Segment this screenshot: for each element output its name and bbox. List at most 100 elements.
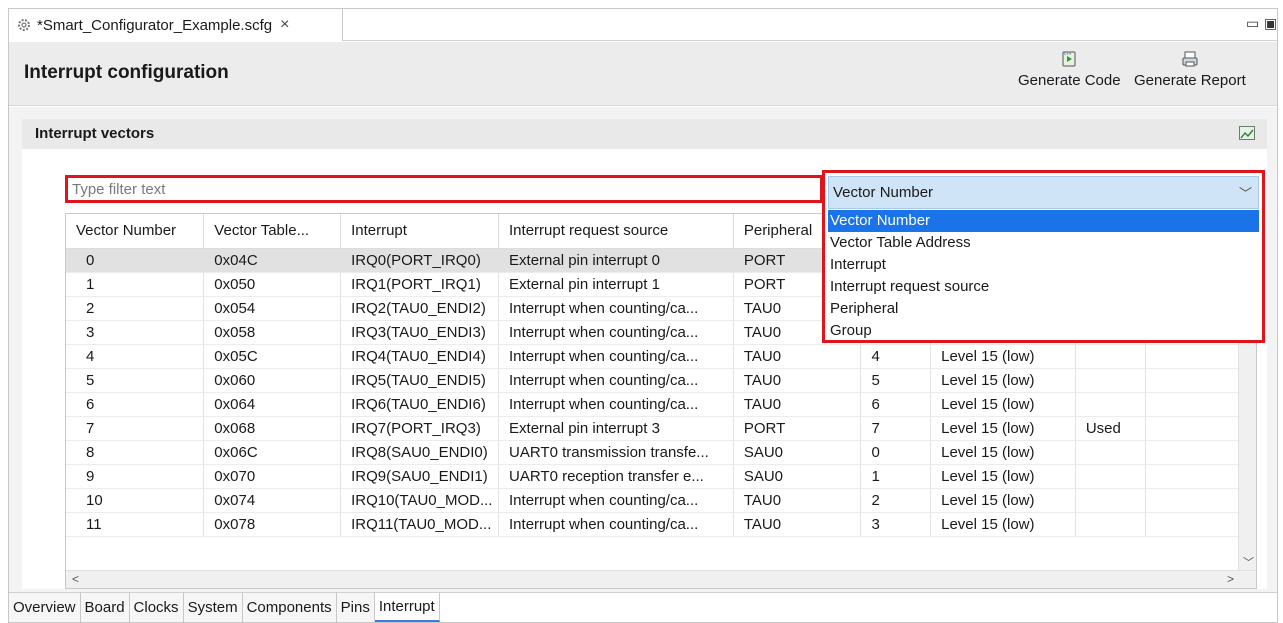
table-cell: IRQ11(TAU0_MOD... [340, 512, 500, 537]
table-cell: IRQ9(SAU0_ENDI1) [340, 464, 500, 489]
tab-pins[interactable]: Pins [336, 593, 375, 622]
tab-components[interactable]: Components [242, 593, 337, 622]
table-cell: 0x06C [203, 440, 342, 465]
generate-code-button[interactable]: C++ Generate Code [1018, 50, 1121, 89]
table-row[interactable]: 10 0x074 IRQ10(TAU0_MOD... Interrupt when c… [66, 488, 1256, 513]
table-row[interactable]: 9 0x070 IRQ9(SAU0_ENDI1) UART0 reception tr… [66, 464, 1256, 489]
table-cell [1075, 344, 1146, 369]
table-cell: 0 [66, 248, 205, 273]
close-icon[interactable]: × [280, 16, 289, 34]
dropdown-option[interactable]: Group [828, 320, 1259, 342]
table-row[interactable]: 7 0x068 IRQ7(PORT_IRQ3) External pin interr… [66, 416, 1256, 441]
column-header-vector-table[interactable]: Vector Table... [203, 214, 342, 249]
table-cell: 8 [66, 440, 205, 465]
dropdown-option[interactable]: Vector Table Address [828, 232, 1259, 254]
chevron-down-icon[interactable]: ﹀ [1239, 183, 1252, 202]
tab-system[interactable]: System [183, 593, 243, 622]
table-cell: 3 [860, 512, 932, 537]
table-cell: 6 [66, 392, 205, 417]
table-cell: 1 [66, 272, 205, 297]
generate-report-button[interactable]: Generate Report [1134, 50, 1246, 89]
table-row[interactable]: 4 0x05C IRQ4(TAU0_ENDI4) Interrupt when cou… [66, 344, 1256, 369]
table-cell: TAU0 [733, 488, 862, 513]
table-cell: 10 [66, 488, 205, 513]
table-cell: TAU0 [733, 344, 862, 369]
table-cell: Interrupt when counting/ca... [498, 488, 734, 513]
tab-clocks[interactable]: Clocks [129, 593, 184, 622]
section-header[interactable]: Interrupt vectors [22, 119, 1267, 149]
table-cell: 7 [860, 416, 932, 441]
table-cell: Level 15 (low) [930, 440, 1076, 465]
table-cell: 0x074 [203, 488, 342, 513]
table-cell: PORT [733, 416, 862, 441]
scroll-right-icon[interactable]: > [1227, 572, 1234, 586]
table-cell [1075, 488, 1146, 513]
table-cell: IRQ0(PORT_IRQ0) [340, 248, 500, 273]
table-cell: IRQ1(PORT_IRQ1) [340, 272, 500, 297]
table-cell: UART0 reception transfer e... [498, 464, 734, 489]
dropdown-option[interactable]: Peripheral [828, 298, 1259, 320]
table-cell: TAU0 [733, 392, 862, 417]
editor-tab-title: *Smart_Configurator_Example.scfg [37, 16, 273, 34]
table-cell: Level 15 (low) [930, 368, 1076, 393]
generate-code-label: Generate Code [1018, 72, 1121, 89]
table-cell: Level 15 (low) [930, 392, 1076, 417]
tab-interrupt[interactable]: Interrupt [374, 593, 440, 622]
tab-overview[interactable]: Overview [9, 593, 81, 622]
table-cell: 5 [860, 368, 932, 393]
table-row[interactable]: 11 0x078 IRQ11(TAU0_MOD... Interrupt when c… [66, 512, 1256, 537]
table-cell: 0x078 [203, 512, 342, 537]
dropdown-option[interactable]: Interrupt request source [828, 276, 1259, 298]
maximize-icon[interactable]: ▣ [1264, 15, 1277, 32]
table-row[interactable]: 6 0x064 IRQ6(TAU0_ENDI6) Interrupt when cou… [66, 392, 1256, 417]
column-header-vector-number[interactable]: Vector Number [66, 214, 205, 249]
tab-board[interactable]: Board [80, 593, 130, 622]
table-cell: External pin interrupt 0 [498, 248, 734, 273]
table-cell: Interrupt when counting/ca... [498, 320, 734, 345]
scroll-down-icon[interactable]: ﹀ [1243, 554, 1254, 570]
generate-report-icon [1182, 51, 1198, 67]
table-row[interactable]: 5 0x060 IRQ5(TAU0_ENDI5) Interrupt when cou… [66, 368, 1256, 393]
dropdown-option[interactable]: Vector Number [828, 210, 1259, 232]
svg-text:C++: C++ [1064, 51, 1072, 56]
table-cell: 0x068 [203, 416, 342, 441]
table-cell: IRQ7(PORT_IRQ3) [340, 416, 500, 441]
section-title: Interrupt vectors [35, 125, 155, 142]
table-cell [1075, 464, 1146, 489]
table-cell: Interrupt when counting/ca... [498, 392, 734, 417]
table-cell: TAU0 [733, 512, 862, 537]
table-cell: Interrupt when counting/ca... [498, 344, 734, 369]
horizontal-scrollbar[interactable]: < > [66, 570, 1256, 588]
table-cell: 0x04C [203, 248, 342, 273]
table-cell: Interrupt when counting/ca... [498, 368, 734, 393]
dropdown-option[interactable]: Interrupt [828, 254, 1259, 276]
table-cell: 0x064 [203, 392, 342, 417]
table-cell: IRQ3(TAU0_ENDI3) [340, 320, 500, 345]
table-cell: 1 [860, 464, 932, 489]
page-header: Interrupt configuration C++ Generate Cod… [9, 42, 1277, 106]
column-select-value: Vector Number [833, 184, 934, 201]
gear-icon [15, 16, 33, 34]
filter-box [65, 175, 823, 203]
table-cell: 9 [66, 464, 205, 489]
table-cell: IRQ8(SAU0_ENDI0) [340, 440, 500, 465]
scroll-left-icon[interactable]: < [72, 572, 79, 586]
table-cell: 2 [860, 488, 932, 513]
column-select[interactable]: Vector Number ﹀ [828, 176, 1259, 209]
table-cell: Level 15 (low) [930, 488, 1076, 513]
table-row[interactable]: 8 0x06C IRQ8(SAU0_ENDI0) UART0 transmission… [66, 440, 1256, 465]
filter-input[interactable] [72, 180, 820, 198]
table-cell: 11 [66, 512, 205, 537]
table-cell: Interrupt when counting/ca... [498, 512, 734, 537]
editor-window: *Smart_Configurator_Example.scfg × ▭ ▣ I… [8, 8, 1278, 623]
table-cell: 0x050 [203, 272, 342, 297]
table-cell: Level 15 (low) [930, 512, 1076, 537]
minimize-icon[interactable]: ▭ [1246, 15, 1259, 32]
column-header-interrupt[interactable]: Interrupt [340, 214, 500, 249]
column-header-request-source[interactable]: Interrupt request source [498, 214, 734, 249]
chart-icon[interactable] [1239, 126, 1255, 140]
generate-report-label: Generate Report [1134, 72, 1246, 89]
table-cell: IRQ5(TAU0_ENDI5) [340, 368, 500, 393]
column-select-dropdown: Vector Number ﹀ Vector Number Vector Tabl… [822, 170, 1265, 343]
editor-tab[interactable]: *Smart_Configurator_Example.scfg × [9, 9, 343, 41]
